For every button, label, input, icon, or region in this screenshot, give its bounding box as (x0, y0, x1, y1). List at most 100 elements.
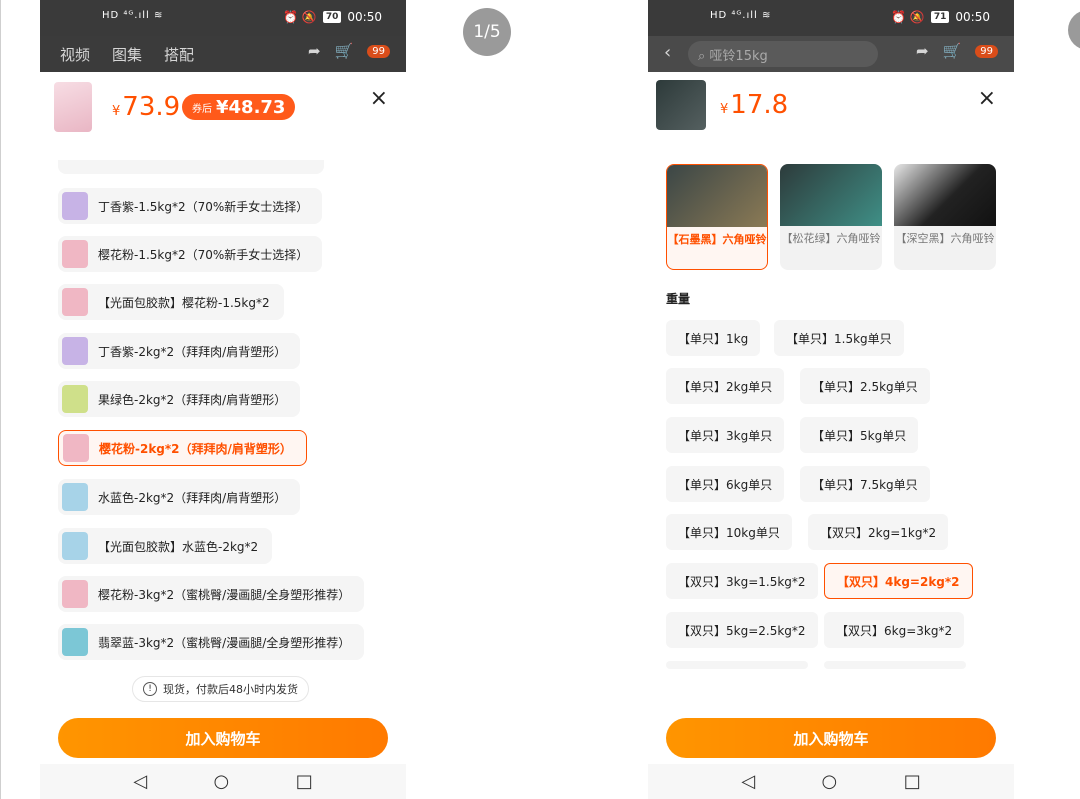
weight-option[interactable]: 【单只】6kg单只 (666, 466, 785, 502)
home-icon[interactable]: ○ (214, 771, 230, 792)
tab-video[interactable]: 视频 (60, 44, 90, 65)
search-text: 哑铃15kg (709, 49, 768, 64)
home-icon[interactable]: ○ (822, 771, 838, 792)
weight-option[interactable]: 【单只】1.5kg单只 (774, 320, 904, 356)
price-value: 73.9 (122, 92, 181, 122)
option-thumbnail (62, 192, 88, 220)
tab-match[interactable]: 搭配 (164, 44, 194, 65)
cart-icon[interactable]: 🛒 (335, 42, 354, 60)
top-nav: 视频 图集 搭配 ➦ 🛒 99 (40, 36, 406, 72)
battery-indicator: 70 (322, 11, 342, 23)
price: ¥17.8 (720, 90, 788, 120)
close-icon[interactable]: × (370, 86, 388, 111)
weight-option[interactable]: 【单只】10kg单只 (666, 514, 792, 550)
weight-option-partial (824, 661, 966, 669)
weight-option[interactable]: 【双只】6kg=3kg*2 (824, 612, 965, 648)
sku-sheet: ¥73.9 券后 ¥48.73 × 丁香紫-1.5kg*2（70%新手女士选择）… (40, 72, 406, 799)
coupon-prefix: 券后 (192, 103, 212, 115)
tab-gallery[interactable]: 图集 (112, 44, 142, 65)
option-label: 樱花粉-1.5kg*2（70%新手女士选择） (98, 247, 309, 262)
add-to-cart-button[interactable]: 加入购物车 (666, 718, 996, 758)
color-option-green[interactable]: 【松花绿】六角哑铃 (780, 164, 882, 270)
option-label: 樱花粉-3kg*2（蜜桃臀/漫画腿/全身塑形推荐） (98, 587, 351, 602)
option-label: 翡翠蓝-3kg*2（蜜桃臀/漫画腿/全身塑形推荐） (98, 635, 351, 650)
option-item[interactable]: 水蓝色-2kg*2（拜拜肉/肩背塑形） (58, 479, 301, 515)
weight-section-title: 重量 (666, 292, 691, 306)
option-item[interactable]: 丁香紫-2kg*2（拜拜肉/肩背塑形） (58, 333, 301, 369)
weight-option[interactable]: 【单只】7.5kg单只 (800, 466, 930, 502)
color-option-black[interactable]: 【深空黑】六角哑铃 (894, 164, 996, 270)
clock: 00:50 (347, 10, 382, 24)
color-option-image (780, 164, 882, 226)
color-option-image (894, 164, 996, 226)
weight-option[interactable]: 【双只】5kg=2.5kg*2 (666, 612, 818, 648)
phone-panel-2: HD ⁴ᴳ.ıll ≋ ⏰ 🔕 71 00:50 ‹ ⌕ 哑铃15kg ➦ 🛒 … (648, 0, 1014, 799)
cart-icon[interactable]: 🛒 (943, 42, 962, 60)
search-input[interactable]: ⌕ 哑铃15kg (688, 41, 878, 67)
info-icon: ! (143, 682, 157, 696)
back-arrow-icon[interactable]: ‹ (664, 42, 671, 63)
screenshot-page: HD ⁴ᴳ.ıll ≋ ⏰ 🔕 70 00:50 视频 图集 搭配 ➦ 🛒 99… (0, 0, 1080, 799)
weight-option[interactable]: 【双只】3kg=1.5kg*2 (666, 563, 818, 599)
weight-option[interactable]: 【单只】2kg单只 (666, 368, 785, 404)
option-label: 【光面包胶款】水蓝色-2kg*2 (98, 539, 259, 554)
top-nav: ‹ ⌕ 哑铃15kg ➦ 🛒 99 (648, 36, 1014, 72)
option-thumbnail (62, 532, 88, 560)
color-option-label: 【深空黑】六角哑铃 (895, 232, 995, 245)
option-item[interactable]: 樱花粉-1.5kg*2（70%新手女士选择） (58, 236, 323, 272)
alarm-mute-icons: ⏰ 🔕 (283, 10, 317, 24)
left-edge (0, 0, 1, 799)
share-icon[interactable]: ➦ (916, 42, 929, 60)
clock: 00:50 (955, 10, 990, 24)
option-item[interactable]: 【光面包胶款】樱花粉-1.5kg*2 (58, 284, 284, 320)
color-option-label: 【石墨黑】六角哑铃 (667, 233, 767, 246)
weight-option[interactable]: 【单只】2.5kg单只 (800, 368, 930, 404)
color-option-graphite[interactable]: 【石墨黑】六角哑铃 (666, 164, 768, 270)
option-item-selected[interactable]: 樱花粉-2kg*2（拜拜肉/肩背塑形） (58, 430, 307, 466)
weight-option[interactable]: 【单只】3kg单只 (666, 417, 785, 453)
option-label: 水蓝色-2kg*2（拜拜肉/肩背塑形） (98, 490, 287, 505)
option-label: 丁香紫-2kg*2（拜拜肉/肩背塑形） (98, 344, 287, 359)
option-thumbnail (62, 240, 88, 268)
option-item[interactable]: 【光面包胶款】水蓝色-2kg*2 (58, 528, 273, 564)
search-icon: ⌕ (698, 49, 710, 64)
weight-option[interactable]: 【双只】2kg=1kg*2 (808, 514, 949, 550)
back-icon[interactable]: ◁ (741, 771, 755, 792)
option-label: 丁香紫-1.5kg*2（70%新手女士选择） (98, 199, 309, 214)
notice-text: 现货，付款后48小时内发货 (163, 683, 298, 696)
option-thumbnail (62, 337, 88, 365)
option-item[interactable]: 果绿色-2kg*2（拜拜肉/肩背塑形） (58, 381, 301, 417)
option-thumbnail (63, 434, 89, 462)
recent-apps-icon[interactable]: □ (904, 771, 921, 792)
close-icon[interactable]: × (978, 86, 996, 111)
weight-option-partial (666, 661, 808, 669)
option-item[interactable]: 樱花粉-3kg*2（蜜桃臀/漫画腿/全身塑形推荐） (58, 576, 365, 612)
share-icon[interactable]: ➦ (308, 42, 321, 60)
status-bar: HD ⁴ᴳ.ıll ≋ ⏰ 🔕 70 00:50 (40, 0, 406, 36)
weight-option[interactable]: 【单只】5kg单只 (800, 417, 919, 453)
option-thumbnail (62, 483, 88, 511)
option-thumbnail (62, 288, 88, 316)
recent-apps-icon[interactable]: □ (296, 771, 313, 792)
option-thumbnail (62, 580, 88, 608)
signal-indicators: HD ⁴ᴳ.ıll ≋ (102, 10, 164, 21)
product-thumbnail (54, 82, 92, 132)
option-item[interactable]: 丁香紫-1.5kg*2（70%新手女士选择） (58, 188, 323, 224)
add-to-cart-button[interactable]: 加入购物车 (58, 718, 388, 758)
price-value: 17.8 (730, 90, 789, 120)
weight-option-selected[interactable]: 【双只】4kg=2kg*2 (824, 563, 973, 599)
option-label: 樱花粉-2kg*2（拜拜肉/肩背塑形） (99, 441, 292, 456)
coupon-price-badge: 券后 ¥48.73 (182, 94, 296, 120)
weight-option[interactable]: 【单只】1kg (666, 320, 761, 356)
next-page-edge (1068, 10, 1080, 50)
back-icon[interactable]: ◁ (133, 771, 147, 792)
option-thumbnail (62, 628, 88, 656)
battery-indicator: 71 (930, 11, 950, 23)
sku-sheet: ¥17.8 × 【石墨黑】六角哑铃 【松花绿】六角哑铃 【深空黑】六角哑铃 重量… (648, 72, 1014, 799)
option-label: 果绿色-2kg*2（拜拜肉/肩背塑形） (98, 392, 287, 407)
phone-panel-1: HD ⁴ᴳ.ıll ≋ ⏰ 🔕 70 00:50 视频 图集 搭配 ➦ 🛒 99… (40, 0, 406, 799)
option-item[interactable]: 翡翠蓝-3kg*2（蜜桃臀/漫画腿/全身塑形推荐） (58, 624, 365, 660)
currency-symbol: ¥ (112, 104, 121, 119)
scrolled-option-remnant (58, 160, 324, 174)
cart-badge: 99 (367, 44, 390, 58)
